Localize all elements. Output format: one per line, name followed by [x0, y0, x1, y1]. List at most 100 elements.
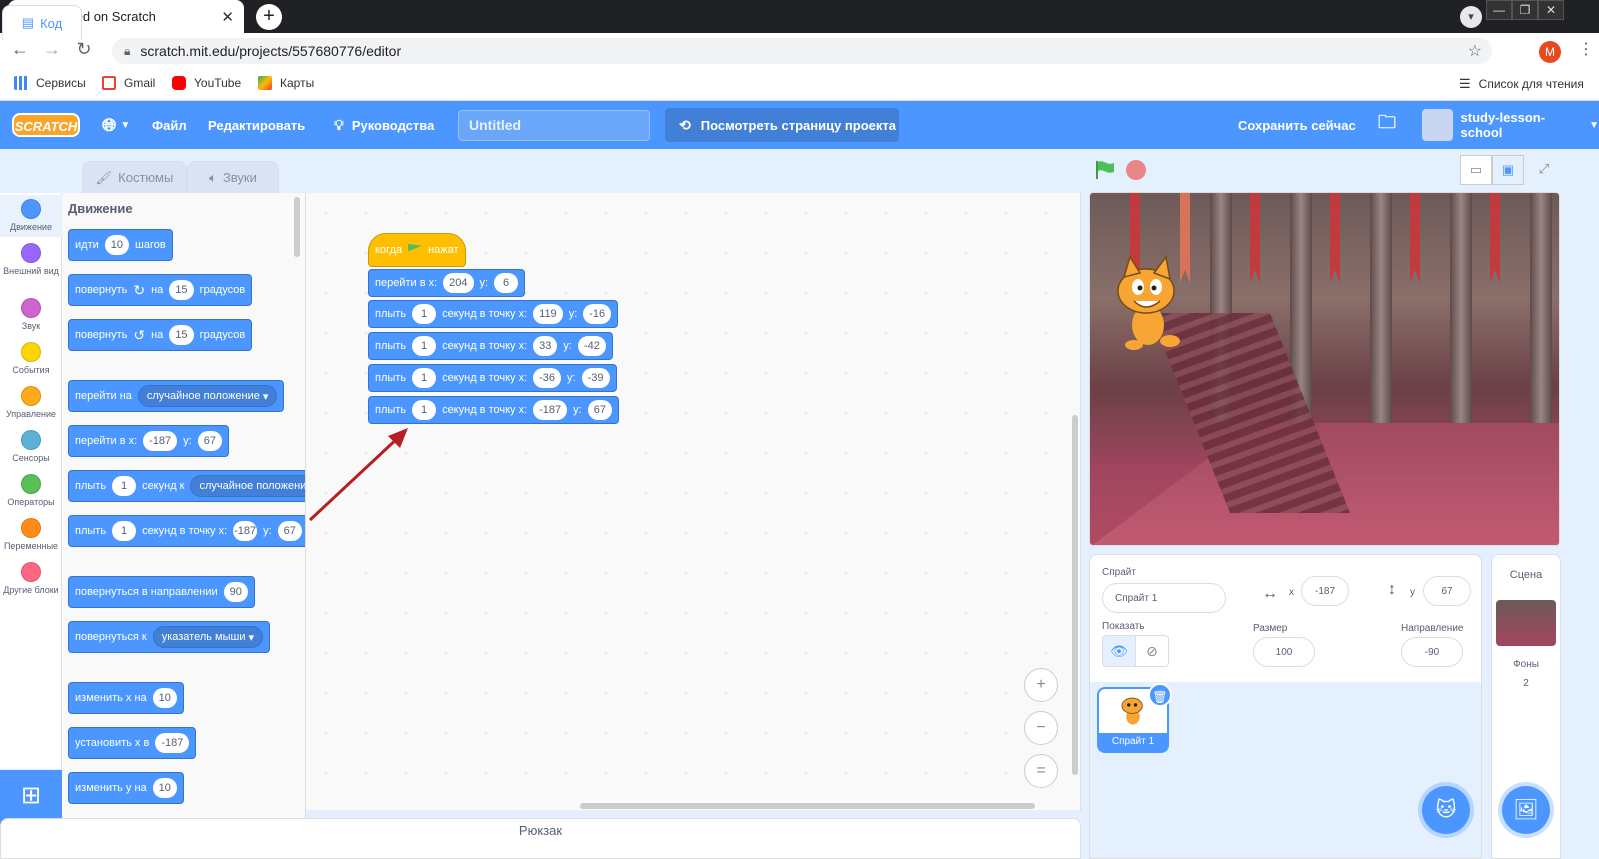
- tab-sounds[interactable]: 🔈︎ Звуки: [187, 161, 279, 193]
- category-control[interactable]: Управление: [0, 386, 62, 419]
- bookmark-star-icon[interactable]: ☆: [1468, 41, 1482, 61]
- stage-canvas[interactable]: [1089, 192, 1560, 546]
- bookmark-maps[interactable]: Карты: [258, 76, 314, 90]
- y-input[interactable]: 67: [197, 431, 222, 451]
- category-sound[interactable]: Звук: [0, 298, 62, 331]
- cat-sprite[interactable]: [1108, 253, 1188, 353]
- sprite-name-input[interactable]: Спрайт 1: [1102, 583, 1226, 613]
- secs-input[interactable]: 1: [112, 476, 137, 496]
- x-input[interactable]: -187: [143, 431, 178, 451]
- new-tab-button[interactable]: +: [256, 4, 282, 30]
- add-backdrop-button[interactable]: 🖼︎: [1502, 786, 1550, 834]
- dx-input[interactable]: 10: [152, 688, 177, 708]
- steps-input[interactable]: 10: [104, 235, 129, 255]
- edit-menu[interactable]: Редактировать: [208, 101, 305, 149]
- save-now-button[interactable]: Сохранить сейчас: [1238, 101, 1356, 149]
- secs-input[interactable]: 1: [112, 521, 137, 541]
- back-icon[interactable]: ←: [8, 39, 32, 60]
- glide-dropdown[interactable]: случайное положение: [190, 475, 305, 497]
- zoom-in-button[interactable]: +: [1024, 668, 1058, 702]
- script-area[interactable]: когда нажат перейти в x: 204 y: 6 плыть …: [306, 193, 1081, 810]
- block-point-towards[interactable]: повернуться к указатель мыши ▾: [68, 621, 271, 653]
- tutorials-menu[interactable]: 💡︎ Руководства: [334, 101, 434, 149]
- block-set-x[interactable]: установить x в -187: [68, 727, 197, 759]
- script-hscrollbar[interactable]: [580, 803, 1035, 809]
- block-when-flag-clicked[interactable]: когда нажат: [368, 233, 466, 267]
- y-input[interactable]: -39: [581, 368, 610, 388]
- block-goto-xy[interactable]: перейти в x: 204 y: 6: [368, 269, 526, 297]
- close-tab-icon[interactable]: ✕: [221, 8, 234, 26]
- y-input[interactable]: -42: [577, 336, 606, 356]
- category-motion[interactable]: Движение: [0, 195, 62, 237]
- bookmark-gmail[interactable]: Gmail: [102, 76, 155, 90]
- block-glide-xy[interactable]: плыть 1 секунд в точку x: -187 y: 67: [68, 515, 305, 547]
- y-input[interactable]: -16: [583, 304, 612, 324]
- secs-input[interactable]: 1: [412, 368, 437, 388]
- file-menu[interactable]: Файл: [152, 101, 187, 149]
- secs-input[interactable]: 1: [412, 304, 437, 324]
- small-stage-button[interactable]: ▭: [1460, 155, 1492, 185]
- category-variables[interactable]: Переменные: [0, 518, 62, 551]
- direction-input[interactable]: 90: [223, 582, 248, 602]
- y-input[interactable]: 67: [277, 521, 302, 541]
- stop-button[interactable]: [1126, 160, 1146, 180]
- category-operators[interactable]: Операторы: [0, 474, 62, 507]
- large-stage-button[interactable]: ▣: [1492, 155, 1524, 185]
- secs-input[interactable]: 1: [412, 336, 437, 356]
- x-input[interactable]: 204: [443, 273, 474, 293]
- block-glide-to[interactable]: плыть 1 секунд к случайное положение: [68, 470, 305, 502]
- minimize-icon[interactable]: —: [1486, 0, 1512, 20]
- browser-menu-icon[interactable]: ⋮: [1578, 39, 1594, 59]
- sprite-x-input[interactable]: -187: [1301, 576, 1349, 606]
- script-vscrollbar[interactable]: [1072, 415, 1078, 775]
- tab-code[interactable]: ▤ Код: [2, 5, 82, 40]
- degrees-input[interactable]: 15: [169, 280, 194, 300]
- project-title-input[interactable]: Untitled: [458, 110, 650, 141]
- block-point-direction[interactable]: повернуться в направлении 90: [68, 576, 255, 608]
- omnibox[interactable]: 🔒︎ scratch.mit.edu/projects/557680776/ed…: [112, 38, 1492, 64]
- block-move-steps[interactable]: идти 10 шагов: [68, 229, 173, 261]
- y-input[interactable]: 67: [587, 400, 612, 420]
- restore-icon[interactable]: ❐: [1512, 0, 1538, 20]
- show-sprite-eye-icon[interactable]: 👁︎: [1102, 635, 1136, 667]
- block-change-x[interactable]: изменить x на 10: [68, 682, 184, 714]
- category-events[interactable]: События: [0, 342, 62, 375]
- secs-input[interactable]: 1: [412, 400, 437, 420]
- hide-sprite-eye-icon[interactable]: ⊘: [1135, 635, 1169, 667]
- lock-icon[interactable]: 🔒︎: [124, 44, 130, 59]
- x-input[interactable]: 119: [533, 304, 563, 324]
- category-looks[interactable]: Внешний вид: [0, 243, 62, 276]
- category-sensing[interactable]: Сенсоры: [0, 430, 62, 463]
- block-turn-right[interactable]: повернуть ↻ на 15 градусов: [68, 274, 253, 306]
- palette-scrollbar[interactable]: [294, 197, 300, 257]
- language-menu[interactable]: 🌐︎ ▼: [102, 101, 130, 149]
- block-glide-xy[interactable]: плыть 1 секунд в точку x: -36 y: -39: [368, 364, 617, 392]
- x-input[interactable]: -187: [533, 400, 568, 420]
- stage-thumbnail[interactable]: [1496, 600, 1556, 646]
- delete-sprite-trash-icon[interactable]: 🗑︎: [1148, 683, 1172, 707]
- block-change-y[interactable]: изменить y на 10: [68, 772, 184, 804]
- x-input[interactable]: -187: [233, 521, 258, 541]
- x-input[interactable]: -187: [155, 733, 190, 753]
- my-stuff-folder-icon[interactable]: 🗀: [1378, 101, 1396, 149]
- block-goto-xy[interactable]: перейти в x: -187 y: 67: [68, 425, 229, 457]
- forward-icon[interactable]: →: [40, 39, 64, 60]
- add-extension-button[interactable]: ⊞: [0, 770, 62, 824]
- add-sprite-button[interactable]: 🐱︎: [1422, 786, 1470, 834]
- block-glide-xy[interactable]: плыть 1 секунд в точку x: 33 y: -42: [368, 332, 613, 360]
- reload-icon[interactable]: ↻: [72, 39, 96, 60]
- sprite-direction-input[interactable]: -90: [1401, 637, 1463, 667]
- category-my-blocks[interactable]: Другие блоки: [0, 562, 62, 595]
- block-glide-xy[interactable]: плыть 1 секунд в точку x: 119 y: -16: [368, 300, 619, 328]
- fullscreen-icon[interactable]: ⤢: [1528, 155, 1560, 185]
- degrees-input[interactable]: 15: [169, 325, 194, 345]
- url-text[interactable]: scratch.mit.edu/projects/557680776/edito…: [140, 43, 1467, 59]
- close-window-icon[interactable]: ✕: [1538, 0, 1564, 20]
- sprite-y-input[interactable]: 67: [1423, 576, 1471, 606]
- sprite-size-input[interactable]: 100: [1253, 637, 1315, 667]
- point-towards-dropdown[interactable]: указатель мыши ▾: [152, 626, 264, 648]
- y-input[interactable]: 6: [494, 273, 519, 293]
- account-menu[interactable]: study-lesson-school ▼: [1422, 101, 1599, 149]
- dy-input[interactable]: 10: [152, 778, 177, 798]
- reading-list[interactable]: ☰ Список для чтения: [1459, 76, 1584, 92]
